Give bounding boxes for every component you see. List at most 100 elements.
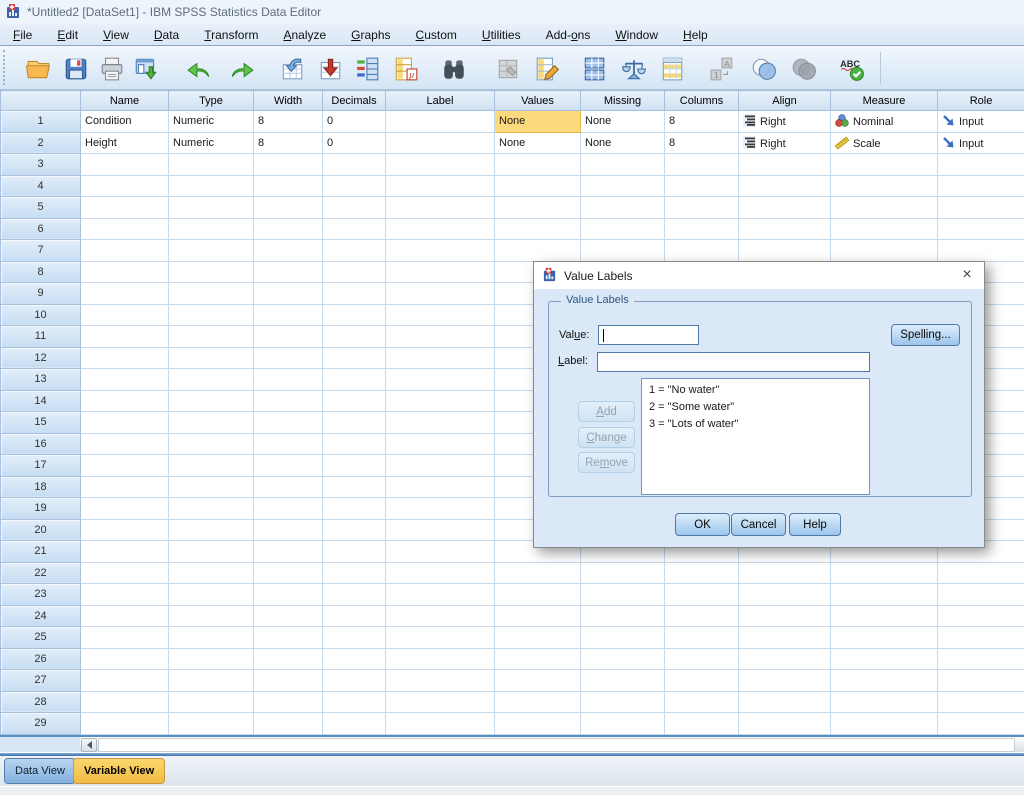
empty-cell[interactable] (81, 584, 169, 606)
cell-measure[interactable]: Nominal (831, 111, 938, 133)
variables-list-icon[interactable] (352, 53, 384, 84)
empty-cell[interactable] (169, 627, 254, 649)
row-header-13[interactable]: 13 (1, 369, 81, 391)
row-header-4[interactable]: 4 (1, 175, 81, 197)
empty-cell[interactable] (323, 605, 386, 627)
empty-cell[interactable] (495, 175, 581, 197)
empty-cell[interactable] (386, 326, 495, 348)
empty-cell[interactable] (254, 433, 323, 455)
undo-icon[interactable] (183, 53, 215, 84)
empty-cell[interactable] (254, 584, 323, 606)
empty-cell[interactable] (739, 713, 831, 735)
empty-cell[interactable] (323, 476, 386, 498)
empty-cell[interactable] (323, 197, 386, 219)
empty-cell[interactable] (81, 541, 169, 563)
empty-cell[interactable] (254, 154, 323, 176)
empty-cell[interactable] (495, 691, 581, 713)
empty-cell[interactable] (831, 218, 938, 240)
empty-cell[interactable] (386, 562, 495, 584)
empty-cell[interactable] (81, 175, 169, 197)
empty-cell[interactable] (739, 240, 831, 262)
row-header-8[interactable]: 8 (1, 261, 81, 283)
empty-cell[interactable] (81, 476, 169, 498)
menu-item-add-ons[interactable]: Add-ons (537, 25, 600, 45)
empty-cell[interactable] (81, 627, 169, 649)
row-header-3[interactable]: 3 (1, 154, 81, 176)
empty-cell[interactable] (386, 347, 495, 369)
empty-cell[interactable] (665, 713, 739, 735)
empty-cell[interactable] (665, 197, 739, 219)
empty-cell[interactable] (581, 240, 665, 262)
weight-cases-icon[interactable] (618, 53, 650, 84)
empty-cell[interactable] (169, 412, 254, 434)
split-file-icon[interactable] (578, 53, 610, 84)
empty-cell[interactable] (81, 455, 169, 477)
goto-variable-icon[interactable] (314, 53, 346, 84)
empty-cell[interactable] (169, 562, 254, 584)
empty-cell[interactable] (739, 691, 831, 713)
empty-cell[interactable] (581, 627, 665, 649)
empty-cell[interactable] (81, 670, 169, 692)
empty-cell[interactable] (254, 369, 323, 391)
empty-cell[interactable] (739, 648, 831, 670)
empty-cell[interactable] (665, 605, 739, 627)
empty-cell[interactable] (81, 240, 169, 262)
empty-cell[interactable] (169, 670, 254, 692)
empty-cell[interactable] (323, 498, 386, 520)
empty-cell[interactable] (386, 648, 495, 670)
toolbar-grip[interactable] (3, 50, 6, 85)
empty-cell[interactable] (169, 455, 254, 477)
empty-cell[interactable] (169, 541, 254, 563)
row-header-17[interactable]: 17 (1, 455, 81, 477)
empty-cell[interactable] (81, 713, 169, 735)
empty-cell[interactable] (169, 218, 254, 240)
empty-cell[interactable] (739, 175, 831, 197)
empty-cell[interactable] (938, 691, 1024, 713)
empty-cell[interactable] (831, 648, 938, 670)
empty-cell[interactable] (386, 691, 495, 713)
empty-cell[interactable] (739, 627, 831, 649)
empty-cell[interactable] (81, 304, 169, 326)
empty-cell[interactable] (386, 218, 495, 240)
cell-type[interactable]: Numeric (169, 111, 254, 133)
empty-cell[interactable] (323, 584, 386, 606)
empty-cell[interactable] (665, 240, 739, 262)
empty-cell[interactable] (665, 691, 739, 713)
cell-label[interactable] (386, 111, 495, 133)
empty-cell[interactable] (81, 283, 169, 305)
empty-cell[interactable] (386, 369, 495, 391)
menu-item-analyze[interactable]: Analyze (274, 25, 335, 45)
empty-cell[interactable] (665, 584, 739, 606)
empty-cell[interactable] (254, 562, 323, 584)
row-header-28[interactable]: 28 (1, 691, 81, 713)
row-header-10[interactable]: 10 (1, 304, 81, 326)
empty-cell[interactable] (169, 476, 254, 498)
tab-variable-view[interactable]: Variable View (73, 758, 165, 784)
empty-cell[interactable] (581, 562, 665, 584)
cell-decimals[interactable]: 0 (323, 132, 386, 154)
goto-case-icon[interactable] (276, 53, 308, 84)
column-header-measure[interactable]: Measure (831, 91, 938, 111)
column-header-role[interactable]: Role (938, 91, 1024, 111)
empty-cell[interactable] (323, 154, 386, 176)
empty-cell[interactable] (739, 197, 831, 219)
empty-cell[interactable] (323, 648, 386, 670)
spell-check-icon[interactable]: ABC (836, 53, 868, 84)
empty-cell[interactable] (495, 648, 581, 670)
empty-cell[interactable] (665, 562, 739, 584)
empty-cell[interactable] (169, 498, 254, 520)
empty-cell[interactable] (495, 154, 581, 176)
column-header-decimals[interactable]: Decimals (323, 91, 386, 111)
open-file-icon[interactable] (22, 53, 54, 84)
empty-cell[interactable] (495, 197, 581, 219)
empty-cell[interactable] (81, 197, 169, 219)
empty-cell[interactable] (386, 713, 495, 735)
cell-width[interactable]: 8 (254, 132, 323, 154)
empty-cell[interactable] (254, 627, 323, 649)
empty-cell[interactable] (254, 605, 323, 627)
empty-cell[interactable] (323, 218, 386, 240)
empty-cell[interactable] (323, 627, 386, 649)
empty-cell[interactable] (495, 562, 581, 584)
cell-columns[interactable]: 8 (665, 132, 739, 154)
value-input[interactable] (598, 325, 699, 345)
